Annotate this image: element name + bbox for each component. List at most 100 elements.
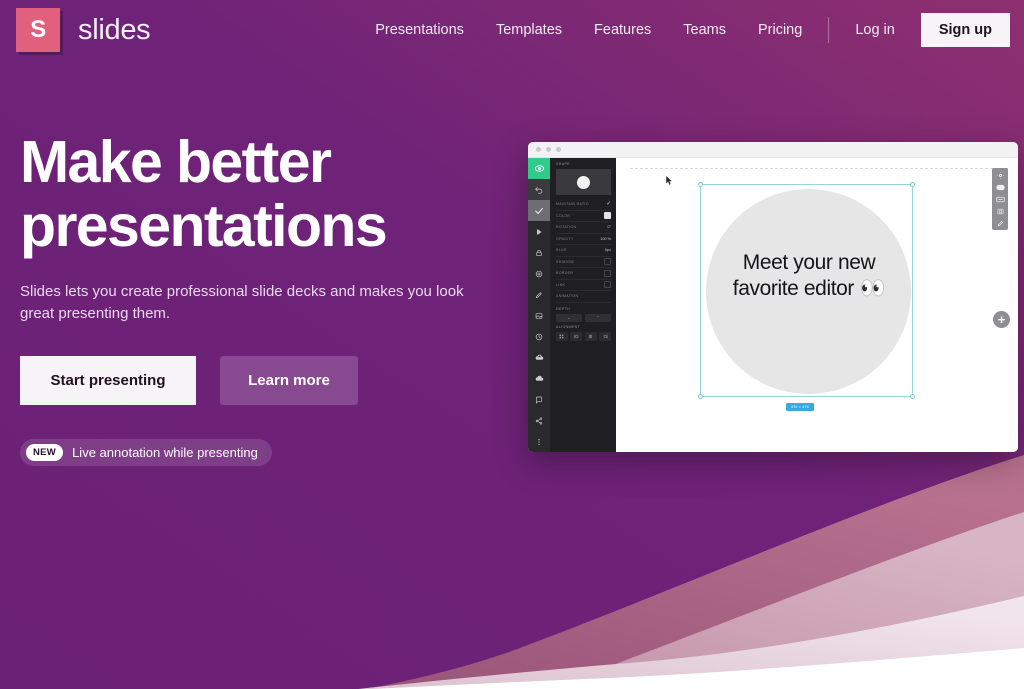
slide-text-content[interactable]: Meet your new favorite editor 👀 (684, 250, 934, 301)
learn-more-button[interactable]: Learn more (220, 356, 358, 406)
nav-item-features[interactable]: Features (578, 0, 667, 60)
prop-blur[interactable]: BLUR 0px (556, 245, 611, 257)
prop-label: ANIMATION (556, 294, 579, 299)
login-link[interactable]: Log in (839, 0, 911, 60)
gear-icon[interactable] (528, 263, 550, 284)
prop-opacity[interactable]: OPACITY 100 % (556, 234, 611, 245)
prop-color[interactable]: COLOR (556, 211, 611, 222)
resize-handle-top-left[interactable] (698, 182, 703, 187)
cloud-icon[interactable] (528, 368, 550, 389)
shape-fill-icon[interactable] (994, 182, 1006, 192)
comment-icon[interactable] (528, 389, 550, 410)
nav-item-presentations[interactable]: Presentations (359, 0, 480, 60)
border-toggle[interactable] (604, 269, 611, 277)
align-right-icon[interactable] (599, 331, 611, 341)
textbox-icon[interactable] (994, 194, 1006, 204)
send-backward-button[interactable]: ⌄ (556, 313, 582, 322)
prop-border[interactable]: BORDER (556, 268, 611, 280)
prop-value: 0° (607, 225, 611, 230)
resize-handle-bottom-right[interactable] (910, 394, 915, 399)
app-preview-window: SHAPE MAINTAIN RATIO ✓ COLOR ROTATION 0° (528, 142, 1018, 452)
nav-divider (828, 17, 830, 43)
align-grid-icon[interactable] (556, 331, 568, 341)
slide-text-line2: favorite editor 👀 (732, 276, 886, 300)
draw-icon[interactable] (994, 218, 1006, 228)
upload-icon[interactable] (528, 347, 550, 368)
new-badge: NEW (26, 444, 64, 462)
new-feature-pill[interactable]: NEW Live annotation while presenting (20, 439, 272, 467)
prop-label: ROTATION (556, 225, 577, 230)
play-icon[interactable] (528, 221, 550, 242)
shadow-toggle[interactable] (604, 258, 611, 266)
hero-title-line2: presentations (20, 193, 388, 260)
shape-preview (556, 169, 611, 195)
logo-mark: S (16, 8, 60, 52)
hero-cta-group: Start presenting Learn more (20, 356, 520, 406)
app-body: SHAPE MAINTAIN RATIO ✓ COLOR ROTATION 0° (528, 158, 1018, 452)
window-titlebar (528, 142, 1018, 158)
prop-label: LINK (556, 282, 566, 287)
resize-handle-top-right[interactable] (910, 182, 915, 187)
depth-heading: DEPTH (556, 306, 570, 311)
editor-side-panel: SHAPE MAINTAIN RATIO ✓ COLOR ROTATION 0° (528, 158, 616, 452)
slide-canvas[interactable]: Meet your new favorite editor 👀 476 × 47… (616, 158, 1018, 452)
prop-link[interactable]: LINK (556, 280, 611, 291)
start-presenting-button[interactable]: Start presenting (20, 356, 196, 406)
undo-icon[interactable] (528, 179, 550, 200)
prop-maintain-ratio[interactable]: MAINTAIN RATIO ✓ (556, 199, 611, 211)
image-icon[interactable] (528, 305, 550, 326)
window-close-dot[interactable] (536, 147, 541, 152)
prop-value: 100 % (600, 236, 611, 241)
share-icon[interactable] (528, 410, 550, 431)
prop-animation[interactable]: ANIMATION (556, 291, 611, 303)
present-icon[interactable] (528, 158, 550, 179)
alignment-controls (556, 331, 611, 341)
window-maximize-dot[interactable] (556, 147, 561, 152)
window-minimize-dot[interactable] (546, 147, 551, 152)
prop-label: BLUR (556, 248, 567, 253)
hero-title: Make better presentations (20, 130, 520, 259)
canvas-right-toolbar (992, 168, 1008, 230)
nav-item-pricing[interactable]: Pricing (742, 0, 818, 60)
editor-icon-rail (528, 158, 550, 452)
nav-item-templates[interactable]: Templates (480, 0, 578, 60)
check-icon[interactable] (528, 200, 550, 221)
mouse-cursor-icon (666, 176, 672, 185)
link-toggle[interactable] (604, 281, 611, 289)
color-swatch[interactable] (604, 212, 611, 220)
more-icon[interactable] (528, 431, 550, 452)
hero-section: Make better presentations Slides lets yo… (20, 130, 520, 467)
prop-rotation[interactable]: ROTATION 0° (556, 222, 611, 234)
hero-subtitle: Slides lets you create professional slid… (20, 282, 464, 323)
resize-handle-bottom-left[interactable] (698, 394, 703, 399)
canvas-guide-line (630, 168, 1008, 169)
prop-label: SHADOW (556, 259, 574, 264)
prop-label: MAINTAIN RATIO (556, 202, 589, 207)
alignment-heading: ALIGNMENT (556, 324, 581, 329)
media-icon[interactable] (994, 206, 1006, 216)
size-badge: 476 × 476 (786, 403, 814, 411)
brand-logo[interactable]: S slides (16, 8, 151, 52)
main-navigation: Presentations Templates Features Teams P… (359, 0, 1024, 60)
prop-shadow[interactable]: SHADOW (556, 257, 611, 268)
prop-label: COLOR (556, 213, 571, 218)
logo-wordmark: slides (78, 13, 151, 46)
checkmark-icon: ✓ (606, 200, 611, 207)
align-left-icon[interactable] (570, 331, 583, 341)
properties-heading: SHAPE (556, 162, 570, 166)
theme-icon[interactable] (994, 170, 1006, 180)
prop-label: BORDER (556, 271, 574, 276)
add-slide-button[interactable]: + (993, 311, 1010, 328)
pen-icon[interactable] (528, 284, 550, 305)
new-feature-label: Live annotation while presenting (72, 445, 258, 461)
clock-icon[interactable] (528, 326, 550, 347)
depth-controls: ⌄ ⌃ (556, 313, 611, 322)
lock-icon[interactable] (528, 242, 550, 263)
signup-button[interactable]: Sign up (920, 12, 1010, 48)
site-header: S slides Presentations Templates Feature… (0, 0, 1024, 60)
prop-label: OPACITY (556, 236, 574, 241)
align-center-icon[interactable] (584, 331, 597, 341)
bring-forward-button[interactable]: ⌃ (585, 313, 611, 322)
prop-value: 0px (604, 248, 611, 253)
nav-item-teams[interactable]: Teams (667, 0, 742, 60)
